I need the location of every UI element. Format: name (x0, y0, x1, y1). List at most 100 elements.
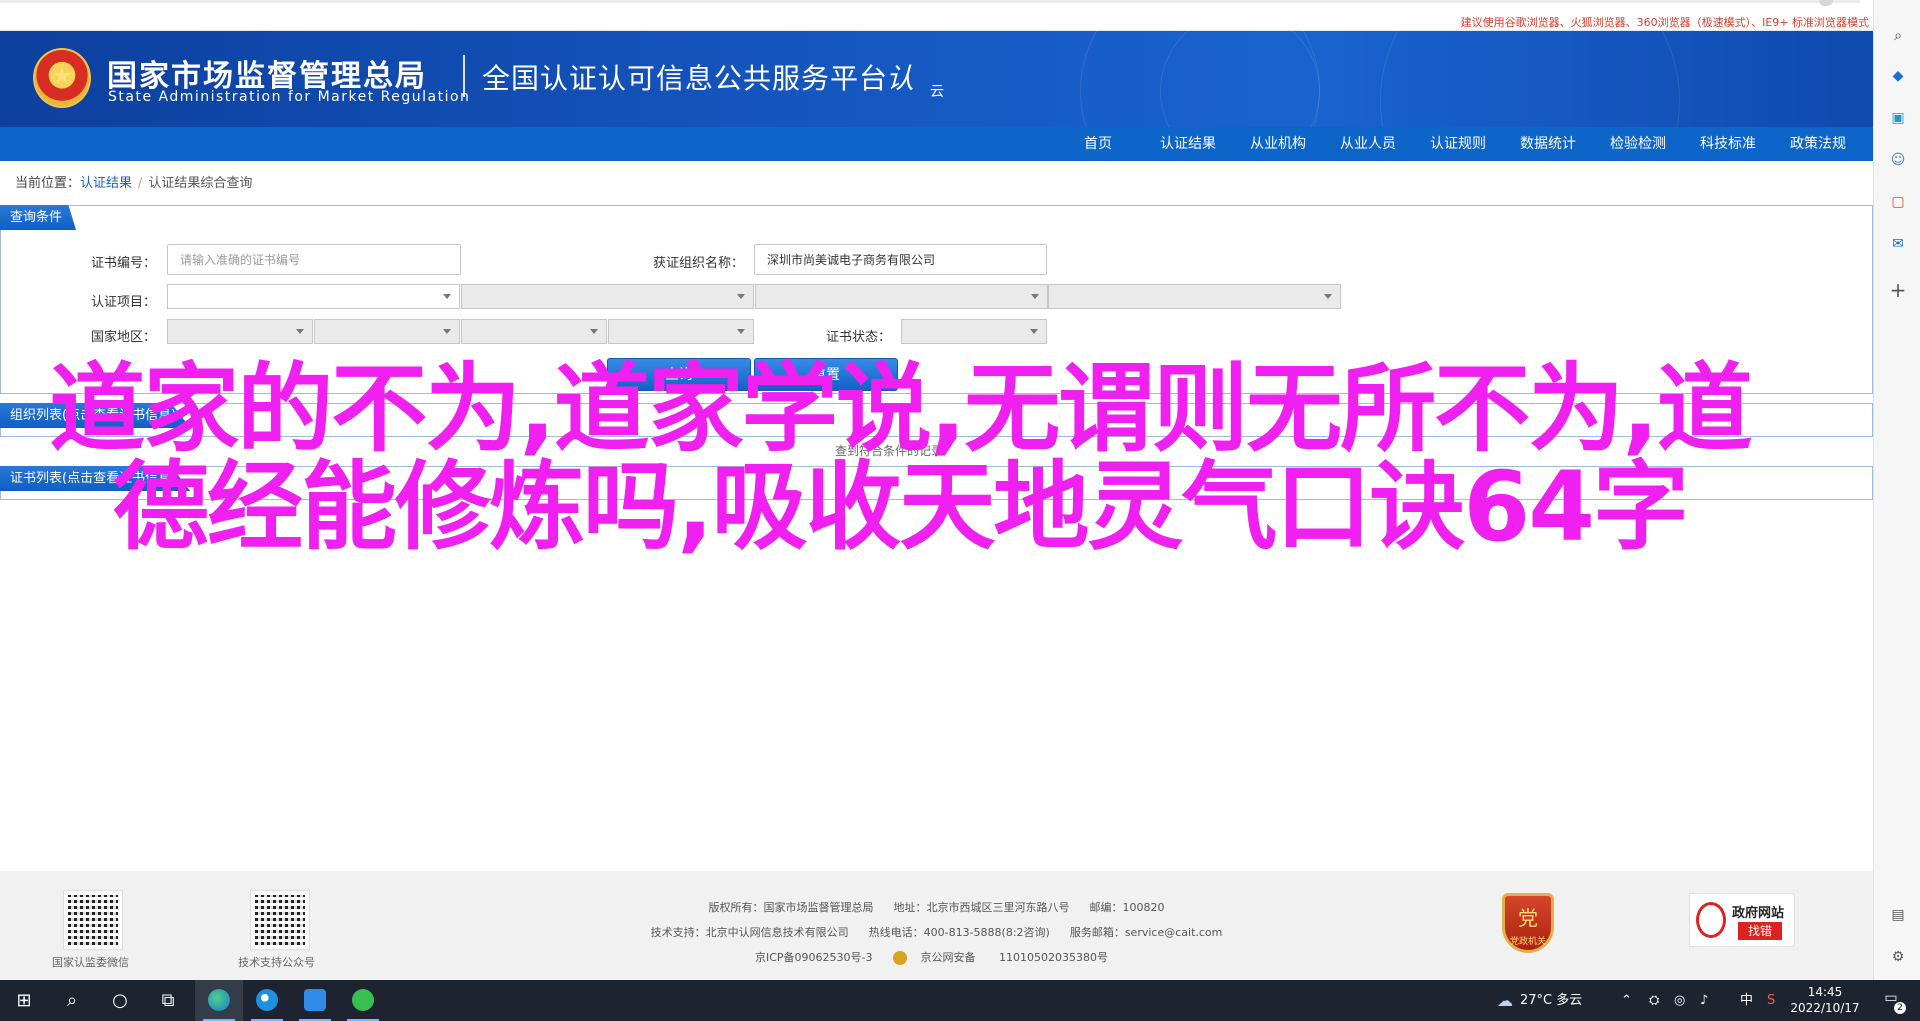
main-nav: 首页 认证结果 从业机构 从业人员 认证规则 数据统计 检验检测 科技标准 政策… (0, 127, 1873, 161)
nav-item-standards[interactable]: 科技标准 (1683, 127, 1773, 161)
breadcrumb-link[interactable]: 认证结果 (80, 176, 132, 191)
cert-no-input[interactable] (167, 244, 461, 275)
breadcrumb-prefix: 当前位置： (15, 176, 81, 191)
edge-icon (208, 989, 230, 1011)
task-view-icon[interactable]: ⧉ (144, 980, 192, 1021)
cert-item-label: 认证项目： (90, 295, 156, 310)
windows-start-icon[interactable]: ⊞ (0, 980, 48, 1021)
footer-tech-support: 技术支持：北京中认网信息技术有限公司 (650, 926, 849, 939)
header-decoration (1380, 31, 1680, 127)
footer-address: 地址：北京市西城区三里河东路八号 (893, 901, 1070, 914)
cert-status-select[interactable] (901, 319, 1047, 344)
cortana-icon[interactable]: ○ (96, 980, 144, 1021)
add-icon[interactable]: + (1888, 280, 1908, 300)
platform-logo-mark: 认 (886, 62, 915, 95)
breadcrumb-separator: / (138, 176, 143, 191)
region-select-4[interactable] (608, 319, 754, 344)
search-icon[interactable]: ⌕ (48, 980, 96, 1021)
browser-sidebar: ⌕ ◆ ▣ ☺ ▢ ✉ + ▤ ⚙ (1873, 0, 1920, 980)
footer-email: 服务邮箱：service@cait.com (1069, 926, 1223, 939)
taskbar-app-edge[interactable] (195, 980, 243, 1021)
nav-item-cert-rules[interactable]: 认证规则 (1413, 127, 1503, 161)
nav-item-inspection[interactable]: 检验检测 (1593, 127, 1683, 161)
wechat-tray-icon[interactable]: ◎ (1674, 980, 1685, 1021)
platform-logo[interactable]: 认云 (886, 57, 944, 100)
header-decoration (1160, 31, 1320, 127)
nav-item-institutions[interactable]: 从业机构 (1233, 127, 1323, 161)
footer-line-3: 京ICP备09062530号-3 京公网安备 11010502035380号 (0, 949, 1873, 965)
header-divider (463, 55, 465, 97)
agency-name-en: State Administration for Market Regulati… (108, 89, 471, 105)
chevron-down-icon (1031, 294, 1039, 299)
chevron-up-icon[interactable]: ⌃ (1621, 980, 1632, 1021)
outlook-icon[interactable]: ✉ (1888, 234, 1908, 254)
nav-item-statistics[interactable]: 数据统计 (1503, 127, 1593, 161)
office-icon[interactable]: ▢ (1888, 192, 1908, 212)
cert-item-select-2[interactable] (461, 284, 754, 309)
cert-item-select-1[interactable] (167, 284, 460, 309)
chevron-down-icon (1030, 329, 1038, 334)
system-clock[interactable]: 14:45 2022/10/17 (1785, 984, 1865, 1016)
network-icon[interactable]: ⛭ (1649, 980, 1659, 1021)
cert-item-select-3[interactable] (755, 284, 1048, 309)
footer-postcode: 邮编：100820 (1089, 901, 1165, 914)
org-name-label: 获证组织名称： (652, 256, 744, 271)
ime-indicator[interactable]: 中 (1740, 980, 1753, 1021)
org-result-summary: 查到符合条件的记录 (835, 444, 944, 458)
sogou-ime-icon[interactable]: S (1767, 980, 1775, 1021)
region-select-3[interactable] (461, 319, 607, 344)
query-panel: 查询条件 证书编号： 获证组织名称： 认证项目： 国家地区： 证书状态： 查询 … (0, 205, 1873, 394)
breadcrumb: 当前位置：认证结果 / 认证结果综合查询 (15, 172, 252, 191)
notification-icon[interactable]: ▭ 2 (1880, 990, 1906, 1014)
chevron-down-icon (1324, 294, 1332, 299)
query-panel-title: 查询条件 (0, 205, 77, 230)
party-gov-badge[interactable]: 党政机关 (1502, 893, 1554, 953)
gov-badge-action: 找错 (1738, 922, 1782, 940)
chevron-down-icon (737, 329, 745, 334)
tag-icon[interactable]: ◆ (1888, 66, 1908, 86)
nav-item-policies[interactable]: 政策法规 (1773, 127, 1863, 161)
search-icon[interactable]: ⌕ (1888, 26, 1908, 46)
clock-time: 14:45 (1807, 985, 1843, 999)
sidebar-toggle-icon[interactable]: ▤ (1888, 905, 1908, 925)
weather-icon[interactable]: ☁ (1497, 980, 1513, 1021)
site-header: ★ 国家市场监督管理总局 State Administration for Ma… (0, 31, 1873, 127)
search-icon (1696, 902, 1726, 938)
reset-button[interactable]: 重置 (754, 358, 898, 391)
toolbox-icon[interactable]: ▣ (1888, 108, 1908, 128)
query-button[interactable]: 查询 (607, 358, 751, 391)
gov-website-badge[interactable]: 政府网站 找错 (1689, 893, 1795, 947)
scroll-track (0, 0, 1860, 3)
breadcrumb-current: 认证结果综合查询 (148, 176, 253, 191)
footer-police-no: 11010502035380号 (999, 951, 1108, 964)
platform-name[interactable]: 全国认证认可信息公共服务平台 (482, 57, 888, 97)
region-select-2[interactable] (314, 319, 460, 344)
footer-icp[interactable]: 京ICP备09062530号-3 (755, 951, 873, 964)
browser-viewport: 建议使用谷歌浏览器、火狐浏览器、360浏览器（极速模式）、IE9+ 标准浏览器模… (0, 0, 1873, 980)
browser-icon (256, 989, 278, 1011)
scroll-knob[interactable] (1819, 0, 1833, 6)
notification-count: 2 (1894, 1002, 1906, 1014)
clock-date: 2022/10/17 (1790, 1001, 1860, 1015)
cert-list-title[interactable]: 证书列表(点击查看证书信息) (0, 466, 191, 491)
footer-copyright: 版权所有：国家市场监督管理总局 (708, 901, 874, 914)
chevron-down-icon (737, 294, 745, 299)
weather-text[interactable]: 27°C 多云 (1520, 980, 1582, 1021)
taskbar-app-browser[interactable] (243, 980, 291, 1021)
org-name-input[interactable] (754, 244, 1047, 275)
nav-item-home[interactable]: 首页 (1053, 127, 1143, 161)
cert-no-label: 证书编号： (90, 256, 156, 271)
nav-item-cert-results[interactable]: 认证结果 (1143, 127, 1233, 161)
taskbar-app-wechat[interactable] (339, 980, 387, 1021)
volume-icon[interactable]: ♪ (1700, 980, 1708, 1021)
org-list-title[interactable]: 组织列表(点击查看证书信息) (0, 403, 191, 428)
gear-icon[interactable]: ⚙ (1888, 947, 1908, 967)
cert-item-select-4[interactable] (1048, 284, 1341, 309)
national-emblem-icon[interactable]: ★ (33, 48, 91, 108)
nav-item-personnel[interactable]: 从业人员 (1323, 127, 1413, 161)
people-icon[interactable]: ☺ (1888, 150, 1908, 170)
footer-police[interactable]: 京公网安备 11010502035380号 (892, 951, 1118, 965)
region-select-1[interactable] (167, 319, 313, 344)
taskbar-app-files[interactable] (291, 980, 339, 1021)
region-label: 国家地区： (90, 330, 156, 345)
